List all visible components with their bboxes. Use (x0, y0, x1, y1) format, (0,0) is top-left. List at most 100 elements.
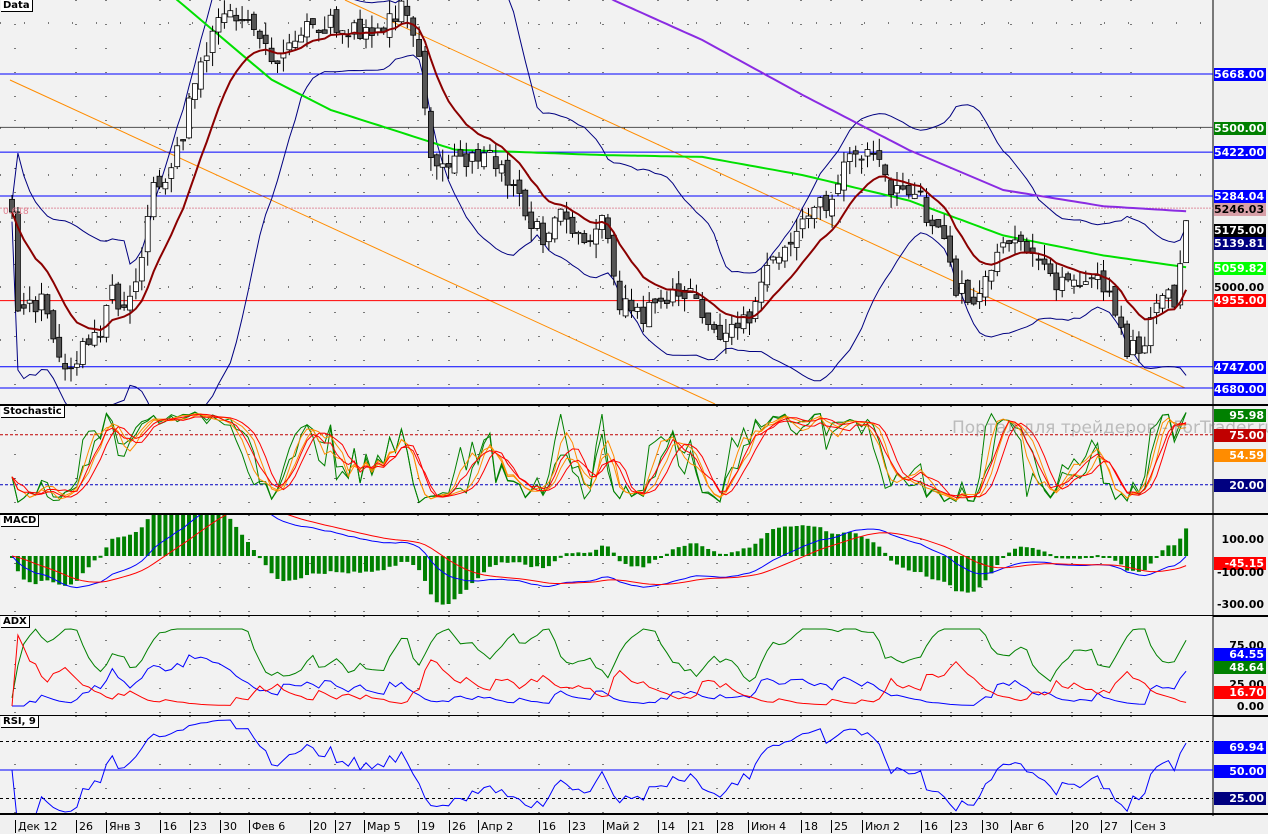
macd-histogram-bar (1083, 556, 1088, 559)
macd-histogram-bar (635, 556, 640, 567)
candle-body (392, 18, 399, 22)
candle-body (516, 179, 523, 194)
macd-histogram-bar (794, 526, 799, 556)
macd-histogram-bar (157, 515, 162, 556)
candle-body (1023, 241, 1030, 253)
macd-histogram-bar (310, 556, 315, 574)
macd-histogram-bar (1154, 556, 1159, 558)
candle-body (758, 281, 765, 303)
macd-histogram-bar (989, 556, 994, 574)
date-axis-label: 16 (539, 820, 556, 833)
macd-histogram-bar (782, 526, 787, 556)
candle-body (97, 335, 104, 338)
candle-body (593, 228, 599, 245)
macd-histogram-bar (222, 515, 227, 556)
macd-histogram-bar (723, 553, 728, 556)
candle-body (433, 154, 440, 167)
macd-histogram-bar (1024, 547, 1029, 556)
macd-histogram-bar (853, 533, 858, 556)
candle-body (292, 40, 299, 48)
candle-body (610, 234, 617, 277)
candle-body (882, 164, 889, 176)
macd-histogram-bar (841, 532, 846, 556)
candle-body (964, 279, 971, 303)
macd-histogram-bar (718, 553, 722, 556)
candle-body (1071, 279, 1077, 287)
macd-histogram-bar (995, 556, 1000, 566)
macd-histogram-bar (1119, 556, 1124, 565)
macd-histogram-bar (930, 556, 935, 580)
macd-histogram-bar (375, 556, 380, 571)
macd-histogram-bar (912, 556, 917, 572)
panel-title-adx: ADX (1, 616, 30, 628)
candle-body (1130, 339, 1136, 356)
macd-histogram-bar (328, 556, 333, 572)
macd-histogram-bar (1095, 555, 1100, 558)
macd-histogram-bar (80, 556, 85, 574)
macd-histogram-bar (753, 543, 758, 556)
date-axis-label: 30 (982, 820, 999, 833)
macd-histogram-bar (659, 556, 663, 558)
macd-histogram-bar (1089, 556, 1094, 558)
macd-histogram-bar (33, 556, 38, 585)
date-axis-label: Дек 12 (15, 820, 58, 833)
candle-body (811, 206, 818, 220)
macd-histogram-bar (806, 525, 811, 556)
candle-body (439, 163, 446, 168)
macd-histogram-bar (440, 556, 445, 605)
candle-body (85, 338, 92, 345)
macd-histogram-bar (771, 529, 776, 556)
macd-histogram-bar (600, 545, 604, 556)
main-axis-label: 5059.82 (1214, 262, 1266, 275)
macd-histogram-bar (1042, 551, 1047, 556)
macd-histogram-bar (1113, 556, 1118, 561)
rsi-axis-label: 50.00 (1214, 765, 1266, 778)
candle-body (528, 211, 535, 229)
date-axis-label: 20 (310, 820, 327, 833)
macd-histogram-bar (847, 531, 852, 556)
macd-histogram-bar (605, 546, 610, 556)
candle-body (309, 18, 316, 26)
candle-body (616, 280, 623, 311)
macd-histogram-bar (287, 556, 292, 581)
macd-histogram-bar (777, 527, 781, 556)
candle-body (728, 323, 735, 338)
macd-histogram-bar (546, 556, 551, 567)
candle-body (304, 21, 310, 38)
main-axis-label: 5139.81 (1214, 237, 1266, 250)
main-axis-label: 5000.00 (1214, 281, 1265, 294)
candle-body (162, 181, 169, 190)
macd-histogram-bar (871, 542, 876, 556)
macd-histogram-bar (706, 548, 711, 556)
macd-histogram-bar (305, 556, 309, 576)
macd-histogram-bar (529, 556, 534, 568)
candle-body (976, 293, 983, 303)
macd-histogram-bar (570, 553, 575, 556)
macd-histogram-bar (499, 556, 504, 563)
macd-histogram-bar (629, 556, 634, 567)
candle-body (546, 232, 552, 243)
candle-body (669, 288, 676, 303)
macd-histogram-bar (1030, 547, 1035, 556)
candle-body (115, 283, 122, 310)
macd-histogram-bar (564, 553, 569, 556)
candle-body (522, 189, 529, 217)
macd-histogram-bar (1036, 549, 1041, 556)
macd-histogram-bar (611, 552, 616, 556)
candle-body (32, 300, 39, 313)
candle-body (168, 167, 175, 179)
macd-histogram-bar (865, 538, 870, 556)
macd-histogram-bar (647, 556, 652, 564)
candle-body (1141, 345, 1148, 354)
trading-chart[interactable] (0, 0, 1268, 834)
macd-histogram-bar (729, 552, 734, 556)
macd-histogram-bar (393, 556, 398, 566)
candle-body (1106, 290, 1113, 293)
candle-body (841, 161, 847, 191)
macd-histogram-bar (582, 552, 587, 556)
macd-axis-label: -300.00 (1216, 598, 1264, 611)
date-axis-label: Май 2 (603, 820, 640, 833)
candle-body (776, 256, 782, 264)
candle-body (935, 219, 942, 228)
date-axis-label: Апр 2 (478, 820, 513, 833)
